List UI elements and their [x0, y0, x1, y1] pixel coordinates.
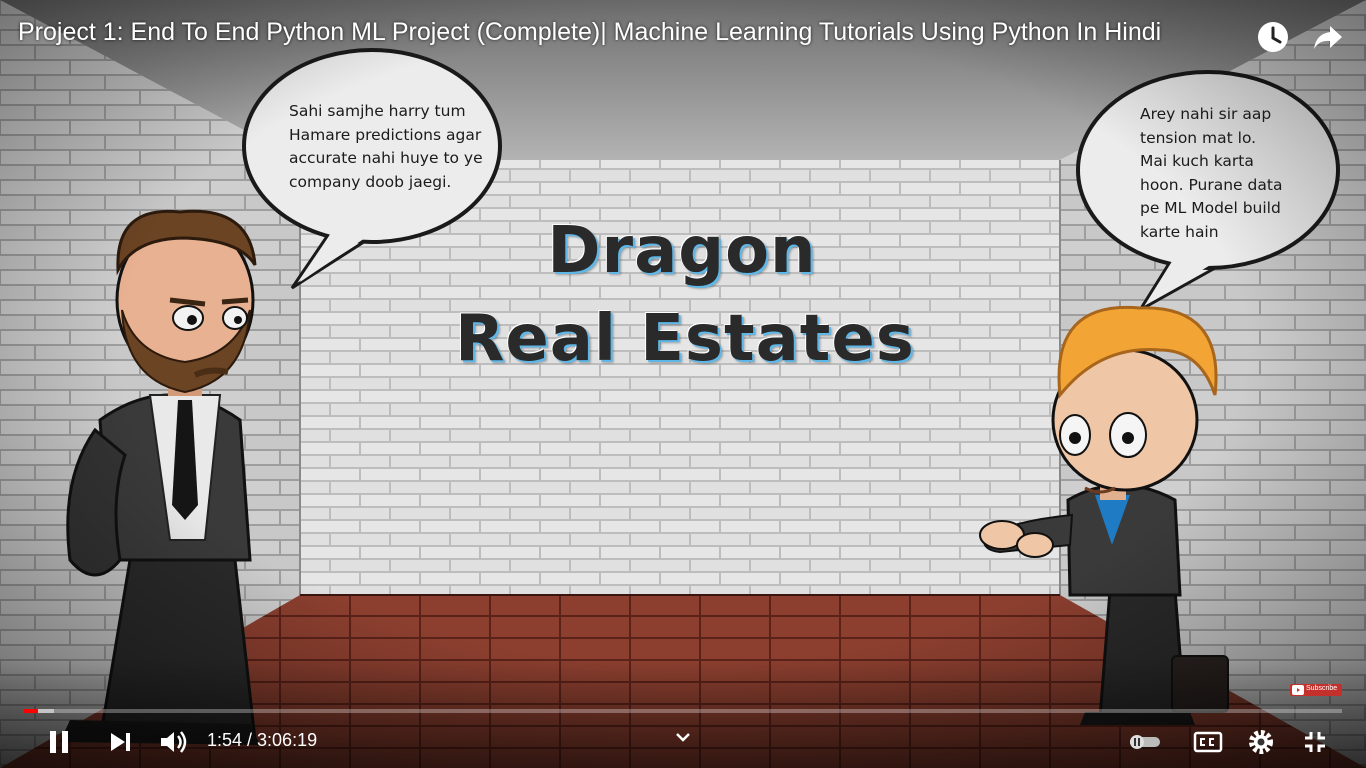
chevron-down-icon[interactable]	[666, 722, 700, 752]
pause-icon[interactable]	[41, 724, 77, 760]
progress-bar[interactable]	[24, 709, 1342, 713]
volume-icon[interactable]	[155, 724, 191, 760]
left-bubble-line: company doob jaegi.	[289, 172, 452, 191]
exit-fullscreen-icon[interactable]	[1297, 724, 1333, 760]
right-bubble-line: Arey nahi sir aap	[1140, 105, 1272, 123]
video-title[interactable]: Project 1: End To End Python ML Project …	[18, 18, 1161, 47]
subscribe-badge-label: Subscribe	[1306, 685, 1338, 692]
left-bubble-line: Sahi samjhe harry tum	[289, 102, 466, 120]
sign-line-real-estates: Real Estates	[455, 302, 915, 376]
progress-played	[24, 709, 38, 713]
share-icon[interactable]	[1311, 20, 1345, 54]
left-bubble-text: Sahi samjhe harry tum Hamare predictions…	[289, 100, 483, 194]
right-bubble-line: hoon. Purane data	[1140, 175, 1283, 194]
subscribe-badge[interactable]: Subscribe	[1290, 684, 1342, 696]
time-display: 1:54 / 3:06:19	[207, 730, 318, 750]
right-bubble-line: Mai kuch karta	[1140, 152, 1254, 170]
clock-icon[interactable]	[1256, 20, 1290, 54]
autoplay-toggle[interactable]	[1126, 724, 1162, 760]
left-bubble-line: accurate nahi huye to ye	[289, 149, 483, 167]
next-icon[interactable]	[102, 724, 138, 760]
left-bubble-line: Hamare predictions agar	[289, 125, 482, 144]
video-player[interactable]: Sahi samjhe harry tum Hamare predictions…	[0, 0, 1366, 768]
sign-line-dragon: Dragon	[547, 214, 817, 288]
right-bubble-line: tension mat lo.	[1140, 128, 1257, 147]
cc-icon[interactable]	[1190, 724, 1226, 760]
youtube-icon	[1292, 685, 1304, 695]
gear-icon[interactable]	[1243, 724, 1279, 760]
